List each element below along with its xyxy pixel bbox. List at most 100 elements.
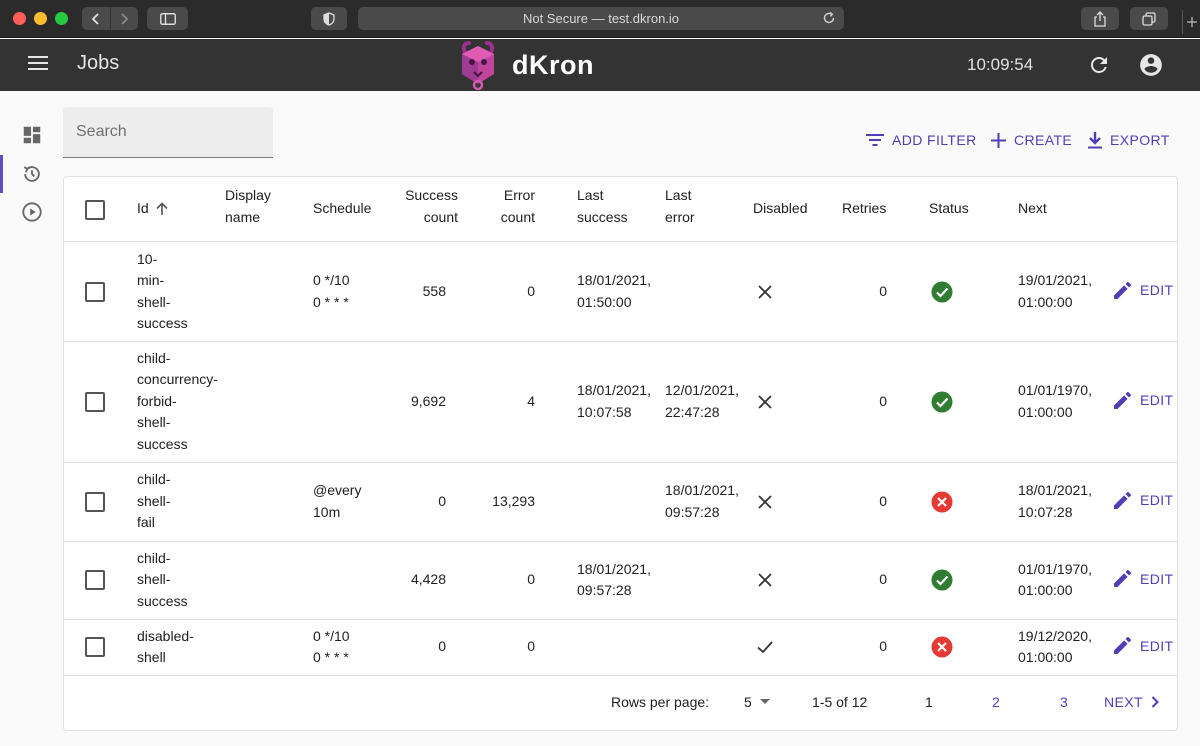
- column-header-success-count[interactable]: Success count: [405, 185, 458, 228]
- column-header-id[interactable]: Id: [137, 198, 169, 220]
- row-checkbox[interactable]: [85, 491, 105, 512]
- export-button[interactable]: EXPORT: [1088, 129, 1170, 151]
- last-success-cell: 18/01/2021, 10:07:58: [577, 380, 651, 423]
- edit-button[interactable]: EDIT: [1114, 391, 1174, 409]
- edit-button[interactable]: EDIT: [1114, 637, 1174, 654]
- zoom-window-button[interactable]: [55, 12, 68, 25]
- sidebar-item-dashboard[interactable]: [20, 123, 44, 147]
- cell-line: success: [137, 315, 188, 331]
- job-id-link[interactable]: disabled-shell: [137, 626, 194, 669]
- cell-line: 18/01/2021,: [1018, 482, 1092, 498]
- edit-button[interactable]: EDIT: [1114, 570, 1174, 587]
- error-count-cell: 0: [527, 282, 535, 299]
- id-header-label: Id: [137, 200, 149, 216]
- column-header-retries[interactable]: Retries: [842, 198, 886, 220]
- edit-icon: [1114, 491, 1131, 509]
- cell-line: 01:00:00: [1018, 582, 1073, 598]
- job-id-link[interactable]: child-shell-success: [137, 548, 188, 613]
- column-header-status[interactable]: Status: [929, 198, 969, 220]
- create-button[interactable]: CREATE: [991, 129, 1072, 151]
- column-header-last-error[interactable]: Last error: [665, 185, 695, 228]
- history-nav: [82, 7, 138, 30]
- chevron-right-icon: [121, 12, 129, 25]
- next-run-cell: 01/01/1970, 01:00:00: [1018, 380, 1092, 423]
- disabled-cell: [756, 283, 774, 306]
- disabled-cell: [756, 393, 774, 416]
- cell-line: shell-: [137, 293, 171, 310]
- sidebar-item-jobs[interactable]: [20, 200, 44, 224]
- reload-icon[interactable]: [822, 11, 836, 25]
- cell-line: child-: [137, 471, 171, 488]
- error-circle-icon: [931, 491, 953, 512]
- new-tab-button[interactable]: [1182, 10, 1200, 34]
- export-label: EXPORT: [1110, 132, 1170, 148]
- success-count-cell: 0: [438, 492, 446, 509]
- share-button[interactable]: [1081, 7, 1119, 30]
- column-header-display-name[interactable]: Display name: [225, 185, 271, 228]
- page-2-button[interactable]: 2: [992, 694, 1000, 710]
- rows-per-page-value: 5: [744, 694, 752, 710]
- close-window-button[interactable]: [13, 12, 26, 25]
- account-circle-icon[interactable]: [1138, 52, 1164, 78]
- edit-button[interactable]: EDIT: [1114, 491, 1174, 509]
- sidebar-item-executions[interactable]: [20, 162, 44, 186]
- create-label: CREATE: [1014, 132, 1073, 148]
- refresh-icon[interactable]: [1087, 53, 1111, 77]
- row-divider: [64, 462, 1177, 463]
- cell-line: 18/01/2021,: [577, 382, 651, 398]
- header-line: count: [500, 208, 535, 225]
- sidebar-toggle-button[interactable]: [147, 7, 188, 30]
- forward-button[interactable]: [109, 7, 139, 30]
- column-header-last-success[interactable]: Last success: [577, 185, 628, 228]
- page-1-button[interactable]: 1: [925, 694, 933, 710]
- column-header-next[interactable]: Next: [1018, 198, 1047, 220]
- search-field[interactable]: [63, 107, 273, 158]
- back-button[interactable]: [82, 7, 110, 30]
- select-all-checkbox[interactable]: [85, 200, 105, 220]
- schedule-cell: 0 */10 0 * * *: [313, 270, 350, 313]
- check-circle-icon: [931, 391, 953, 412]
- dkron-logo-icon: [461, 41, 495, 90]
- column-header-error-count[interactable]: Error count: [501, 185, 535, 228]
- chevron-left-icon: [91, 12, 99, 25]
- chevron-right-icon: [1151, 696, 1159, 708]
- cell-line: shell-: [137, 414, 171, 431]
- job-id-link[interactable]: child-concurrency-forbid-shell-success: [137, 348, 218, 456]
- cell-line: shell-: [137, 492, 171, 509]
- rows-per-page-select[interactable]: 5: [744, 694, 770, 710]
- address-bar[interactable]: Not Secure — test.dkron.io: [358, 7, 844, 30]
- cell-line: 22:47:28: [665, 403, 720, 420]
- edit-button[interactable]: EDIT: [1114, 281, 1174, 299]
- page-3-button[interactable]: 3: [1060, 694, 1068, 710]
- edit-label: EDIT: [1140, 392, 1174, 408]
- cell-line: 01:50:00: [577, 293, 632, 310]
- tab-overview-button[interactable]: [1130, 7, 1168, 30]
- clock: 10:09:54: [967, 55, 1034, 74]
- row-checkbox[interactable]: [85, 281, 105, 302]
- job-id-link[interactable]: child-shell-fail: [137, 469, 170, 534]
- add-filter-button[interactable]: ADD FILTER: [866, 129, 977, 151]
- cell-line: 09:57:28: [665, 503, 720, 520]
- row-checkbox[interactable]: [85, 391, 105, 412]
- edit-label: EDIT: [1140, 637, 1174, 654]
- status-cell: [931, 569, 953, 596]
- rows-per-page-label: Rows per page:: [611, 694, 710, 710]
- row-checkbox[interactable]: [85, 570, 105, 590]
- column-header-schedule[interactable]: Schedule: [313, 198, 371, 220]
- share-icon: [1094, 10, 1106, 27]
- job-id-link[interactable]: 10- min-shell-success: [137, 249, 188, 335]
- minimize-window-button[interactable]: [34, 12, 47, 25]
- next-page-button[interactable]: NEXT: [1104, 694, 1159, 710]
- cell-line: 10:07:28: [1018, 503, 1073, 520]
- table-row[interactable]: [64, 462, 1177, 541]
- column-header-disabled[interactable]: Disabled: [753, 198, 807, 220]
- menu-icon[interactable]: [28, 55, 48, 71]
- add-filter-label: ADD FILTER: [892, 132, 977, 148]
- active-indicator: [0, 155, 3, 193]
- retries-cell: 0: [879, 492, 887, 509]
- table-row[interactable]: [64, 619, 1177, 675]
- search-input[interactable]: [63, 107, 273, 157]
- row-checkbox[interactable]: [85, 637, 105, 657]
- privacy-report-button[interactable]: [311, 7, 347, 30]
- cell-line: 01:00:00: [1018, 403, 1073, 420]
